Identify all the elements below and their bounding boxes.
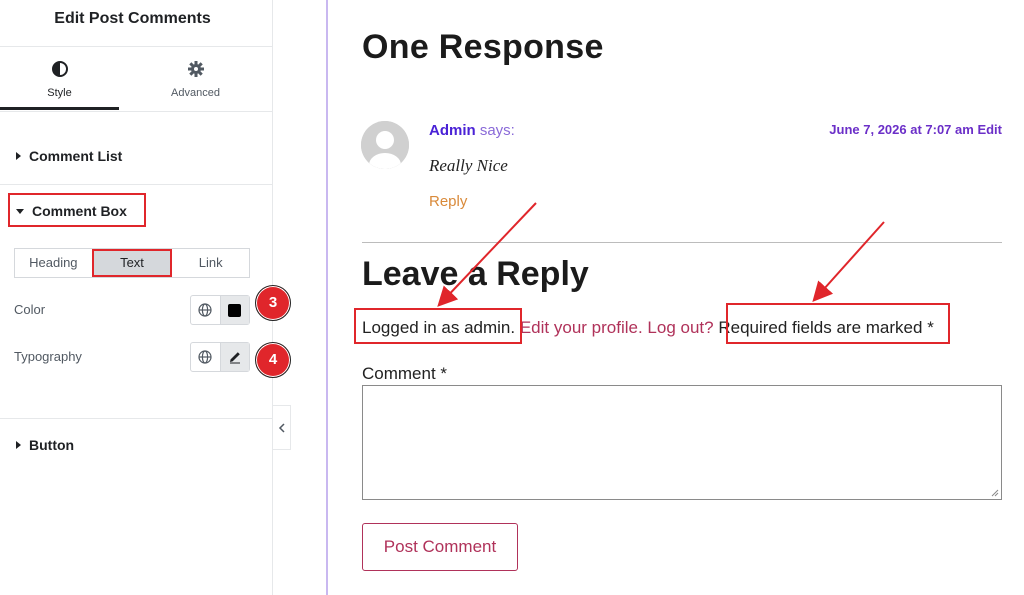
segment-text[interactable]: Text [91, 249, 173, 277]
log-out-link[interactable]: Log out? [647, 318, 713, 337]
collapse-panel-button[interactable] [273, 405, 291, 450]
comment-box-highlight [8, 193, 146, 227]
color-control [190, 295, 250, 325]
typography-label: Typography [14, 349, 82, 364]
panel-divider [0, 46, 273, 47]
comment-separator [362, 242, 1002, 243]
logged-in-highlight [354, 308, 522, 344]
comment-textarea[interactable] [362, 385, 1002, 500]
tab-style-label: Style [47, 87, 72, 99]
global-color-button[interactable] [191, 296, 220, 324]
tab-advanced[interactable]: Advanced [136, 58, 255, 110]
globe-icon [198, 350, 212, 364]
post-comment-button[interactable]: Post Comment [362, 523, 518, 571]
comment-says: says: [479, 122, 515, 139]
section-comment-list-label: Comment List [29, 148, 123, 164]
comment-field-label: Comment * [362, 364, 448, 383]
gear-icon [187, 61, 204, 77]
page-preview: One Response Admin says: June 7, 2026 at… [328, 0, 1024, 595]
panel-title: Edit Post Comments [54, 10, 211, 27]
color-label: Color [14, 302, 46, 317]
comment-text: Really Nice [429, 156, 508, 175]
section-divider [0, 184, 273, 185]
comments-heading: One Response [362, 28, 604, 66]
avatar [361, 121, 409, 169]
leave-reply-heading: Leave a Reply [362, 255, 589, 293]
globe-icon [198, 303, 212, 317]
tab-advanced-label: Advanced [171, 87, 220, 99]
color-swatch [228, 303, 242, 317]
edit-typography-button[interactable] [219, 343, 249, 371]
chevron-left-icon [278, 422, 285, 433]
contrast-icon [51, 61, 68, 77]
style-segment-control: Heading Text Link [14, 248, 250, 278]
reply-link[interactable]: Reply [429, 193, 467, 210]
pencil-icon [229, 352, 240, 364]
user-avatar-icon [361, 121, 409, 169]
comment-author-name[interactable]: Admin [429, 122, 476, 139]
tabs-divider [0, 111, 273, 112]
comment-meta: June 7, 2026 at 7:07 am Edit [829, 122, 1002, 137]
comment-edit-link[interactable]: Edit [977, 122, 1002, 137]
caret-right-icon [16, 152, 21, 160]
resize-handle-icon[interactable] [991, 489, 999, 497]
tab-style[interactable]: Style [0, 58, 119, 110]
section-divider [0, 418, 273, 419]
comment-author: Admin says: [429, 122, 515, 139]
required-fields-highlight [726, 303, 950, 344]
typography-control [190, 342, 250, 372]
step-badge-3: 3 [255, 285, 291, 321]
editor-panel: Edit Post Comments Style Advanced Commen… [0, 0, 291, 595]
color-swatch-button[interactable] [219, 296, 249, 324]
section-button-label: Button [29, 437, 75, 453]
section-button[interactable]: Button [16, 437, 74, 453]
segment-heading[interactable]: Heading [15, 249, 92, 277]
global-typography-button[interactable] [191, 343, 220, 371]
section-comment-list[interactable]: Comment List [16, 148, 122, 164]
segment-link[interactable]: Link [172, 249, 249, 277]
caret-right-icon [16, 441, 21, 449]
edit-profile-link[interactable]: Edit your profile. [520, 318, 643, 337]
comment-date[interactable]: June 7, 2026 at 7:07 am [829, 122, 974, 137]
step-badge-4: 4 [255, 342, 291, 378]
